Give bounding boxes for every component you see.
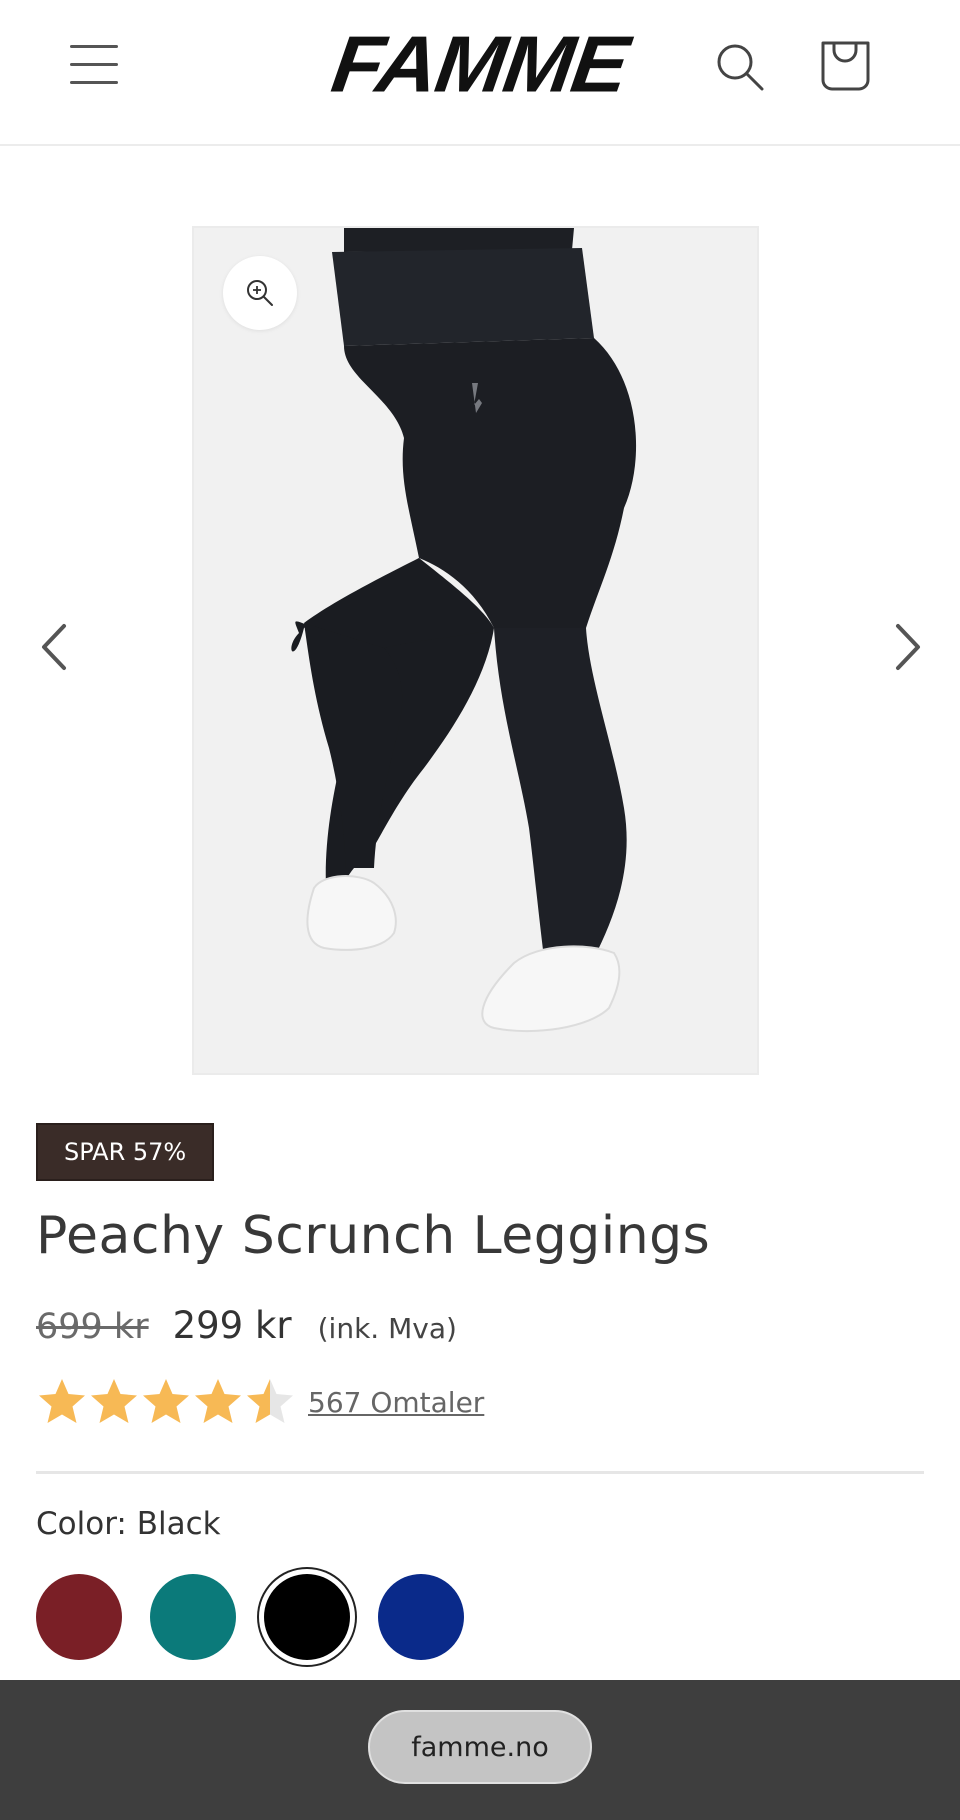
brand-logo-text: FAMME — [327, 19, 633, 109]
chevron-left-icon[interactable] — [34, 620, 74, 674]
product-gallery — [0, 146, 960, 1086]
site-header: FAMME — [0, 0, 960, 146]
star-icon — [143, 1379, 189, 1423]
brand-logo[interactable]: FAMME — [320, 19, 640, 109]
zoom-in-icon[interactable] — [223, 256, 297, 330]
url-bar[interactable]: famme.no — [368, 1710, 592, 1784]
product-title: Peachy Scrunch Leggings — [36, 1206, 711, 1266]
star-rating — [36, 1376, 296, 1428]
hamburger-menu-icon[interactable] — [70, 42, 120, 86]
star-icon — [247, 1379, 293, 1423]
color-swatch-teal[interactable] — [150, 1574, 236, 1660]
color-swatch-black[interactable] — [264, 1574, 350, 1660]
color-label: Color: Black — [36, 1506, 221, 1542]
search-icon[interactable] — [712, 38, 768, 94]
color-swatch-burgundy[interactable] — [36, 1574, 122, 1660]
star-icon — [39, 1379, 85, 1423]
rating-row: 567 Omtaler — [36, 1374, 484, 1430]
color-swatch-blue[interactable] — [378, 1574, 464, 1660]
sale-price: 299 kr — [172, 1304, 292, 1347]
star-icon — [91, 1379, 137, 1423]
divider — [36, 1471, 924, 1474]
reviews-link[interactable]: 567 Omtaler — [308, 1386, 484, 1419]
product-image[interactable] — [192, 226, 759, 1075]
discount-badge: SPAR 57% — [36, 1123, 215, 1181]
tax-note: (ink. Mva) — [317, 1312, 457, 1345]
star-icon — [195, 1379, 241, 1423]
price-row: 699 kr 299 kr (ink. Mva) — [36, 1304, 457, 1352]
browser-bottom-bar: famme.no — [0, 1680, 960, 1820]
shopping-bag-icon[interactable] — [818, 38, 874, 94]
original-price: 699 kr — [36, 1307, 149, 1347]
chevron-right-icon[interactable] — [888, 620, 928, 674]
